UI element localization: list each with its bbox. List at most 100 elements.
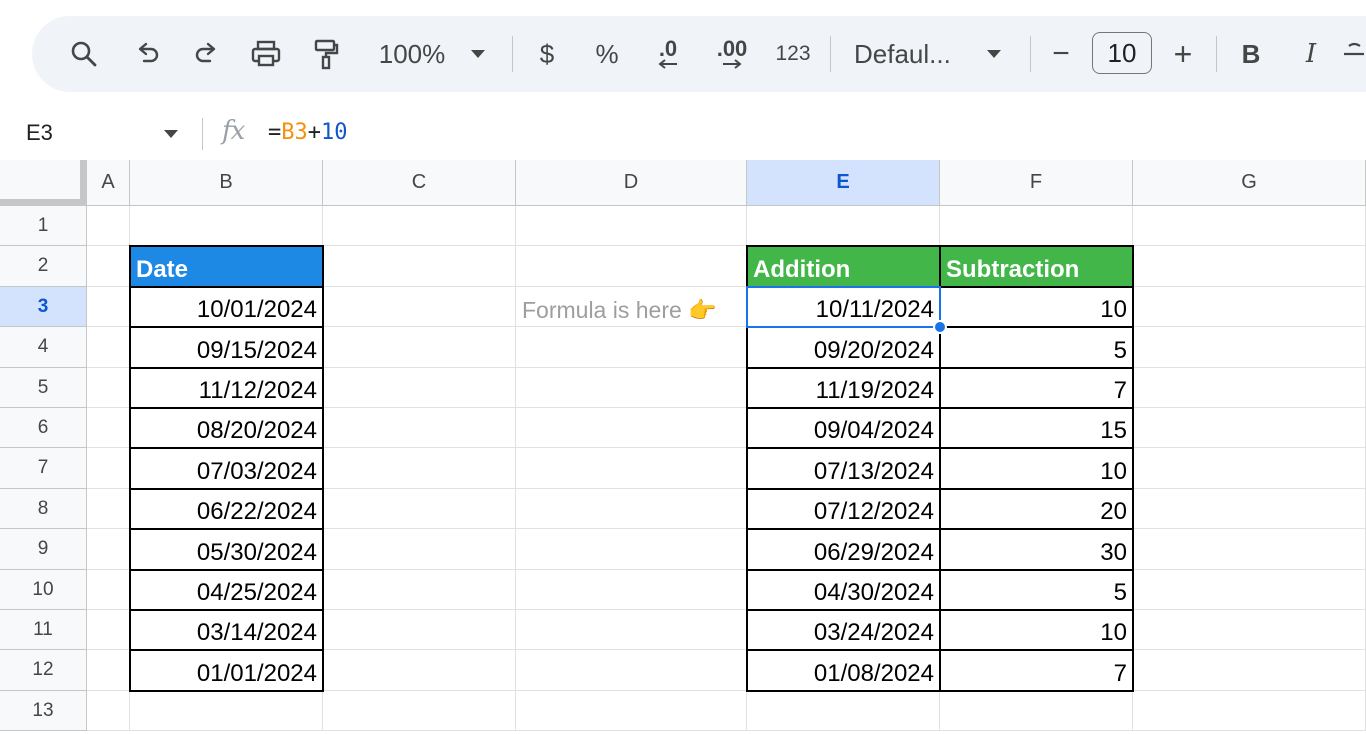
cell-c3[interactable] xyxy=(323,287,516,327)
cell-g9[interactable] xyxy=(1133,529,1366,570)
column-header-e[interactable]: E xyxy=(747,160,940,206)
column-header-f[interactable]: F xyxy=(940,160,1133,206)
cell-d7[interactable] xyxy=(516,448,747,489)
cell-g13[interactable] xyxy=(1133,691,1366,731)
cell-c1[interactable] xyxy=(323,206,516,246)
cell-a12[interactable] xyxy=(87,650,130,691)
row-header-11[interactable]: 11 xyxy=(0,610,87,650)
cell-d10[interactable] xyxy=(516,570,747,610)
column-header-c[interactable]: C xyxy=(323,160,516,206)
cell-f1[interactable] xyxy=(940,206,1133,246)
font-size-input[interactable]: 10 xyxy=(1092,32,1152,74)
cell-a5[interactable] xyxy=(87,368,130,408)
cell-c8[interactable] xyxy=(323,489,516,529)
cell-a10[interactable] xyxy=(87,570,130,610)
cell-c12[interactable] xyxy=(323,650,516,691)
row-header-3[interactable]: 3 xyxy=(0,287,87,327)
search-icon[interactable] xyxy=(62,16,106,92)
font-size-increase-button[interactable]: + xyxy=(1168,16,1198,92)
cell-g4[interactable] xyxy=(1133,327,1366,368)
cell-a7[interactable] xyxy=(87,448,130,489)
cell-a4[interactable] xyxy=(87,327,130,368)
cell-d2[interactable] xyxy=(516,246,747,287)
row-header-8[interactable]: 8 xyxy=(0,489,87,529)
row-header-12[interactable]: 12 xyxy=(0,650,87,691)
cell-c7[interactable] xyxy=(323,448,516,489)
column-header-g[interactable]: G xyxy=(1133,160,1366,206)
cell-a3[interactable] xyxy=(87,287,130,327)
more-formats-button[interactable]: 123 xyxy=(770,16,816,92)
zoom-select[interactable]: 100% xyxy=(372,16,452,92)
cell-b13[interactable] xyxy=(130,691,323,731)
font-dropdown-icon[interactable] xyxy=(982,16,1006,92)
cell-a13[interactable] xyxy=(87,691,130,731)
zoom-dropdown-icon[interactable] xyxy=(466,16,490,92)
cell-c5[interactable] xyxy=(323,368,516,408)
cell-d12[interactable] xyxy=(516,650,747,691)
paint-format-icon[interactable] xyxy=(304,16,348,92)
cell-a2[interactable] xyxy=(87,246,130,287)
decrease-decimal-button[interactable]: .0 xyxy=(646,16,690,92)
cell-d9[interactable] xyxy=(516,529,747,570)
font-select[interactable]: Defaul... xyxy=(854,16,966,92)
row-header-6[interactable]: 6 xyxy=(0,408,87,448)
bold-button[interactable]: B xyxy=(1234,16,1268,92)
undo-icon[interactable] xyxy=(126,16,170,92)
cell-g1[interactable] xyxy=(1133,206,1366,246)
cell-f13[interactable] xyxy=(940,691,1133,731)
row-header-13[interactable]: 13 xyxy=(0,691,87,731)
cell-a8[interactable] xyxy=(87,489,130,529)
cell-g7[interactable] xyxy=(1133,448,1366,489)
cell-g2[interactable] xyxy=(1133,246,1366,287)
cell-d8[interactable] xyxy=(516,489,747,529)
column-header-d[interactable]: D xyxy=(516,160,747,206)
cell-c2[interactable] xyxy=(323,246,516,287)
italic-button[interactable]: I xyxy=(1294,16,1328,92)
row-header-1[interactable]: 1 xyxy=(0,206,87,246)
cell-d11[interactable] xyxy=(516,610,747,650)
row-header-4[interactable]: 4 xyxy=(0,327,87,368)
cell-g3[interactable] xyxy=(1133,287,1366,327)
cell-a9[interactable] xyxy=(87,529,130,570)
cell-d6[interactable] xyxy=(516,408,747,448)
cell-a1[interactable] xyxy=(87,206,130,246)
currency-format-button[interactable]: $ xyxy=(532,16,562,92)
cell-e13[interactable] xyxy=(747,691,940,731)
cell-e1[interactable] xyxy=(747,206,940,246)
column-header-a[interactable]: A xyxy=(87,160,130,206)
fill-handle[interactable] xyxy=(933,320,947,334)
cell-c9[interactable] xyxy=(323,529,516,570)
cell-d1[interactable] xyxy=(516,206,747,246)
cell-c13[interactable] xyxy=(323,691,516,731)
font-size-decrease-button[interactable]: − xyxy=(1046,16,1076,92)
cell-g11[interactable] xyxy=(1133,610,1366,650)
row-header-5[interactable]: 5 xyxy=(0,368,87,408)
cell-c6[interactable] xyxy=(323,408,516,448)
cell-g5[interactable] xyxy=(1133,368,1366,408)
row-header-7[interactable]: 7 xyxy=(0,448,87,489)
name-box[interactable]: E3 xyxy=(26,120,53,146)
cell-g6[interactable] xyxy=(1133,408,1366,448)
cell-d5[interactable] xyxy=(516,368,747,408)
redo-icon[interactable] xyxy=(184,16,228,92)
row-header-2[interactable]: 2 xyxy=(0,246,87,287)
cell-d13[interactable] xyxy=(516,691,747,731)
cell-d4[interactable] xyxy=(516,327,747,368)
name-box-dropdown-icon[interactable] xyxy=(164,130,178,138)
percent-format-button[interactable]: % xyxy=(590,16,624,92)
cell-g10[interactable] xyxy=(1133,570,1366,610)
row-header-10[interactable]: 10 xyxy=(0,570,87,610)
cell-c4[interactable] xyxy=(323,327,516,368)
cell-g8[interactable] xyxy=(1133,489,1366,529)
cell-g12[interactable] xyxy=(1133,650,1366,691)
row-header-9[interactable]: 9 xyxy=(0,529,87,570)
increase-decimal-button[interactable]: .00 xyxy=(708,16,756,92)
cell-b1[interactable] xyxy=(130,206,323,246)
column-header-b[interactable]: B xyxy=(130,160,323,206)
freeze-row-handle[interactable] xyxy=(0,199,87,206)
strikethrough-icon[interactable] xyxy=(1342,16,1366,92)
cell-c11[interactable] xyxy=(323,610,516,650)
cell-c10[interactable] xyxy=(323,570,516,610)
cell-a11[interactable] xyxy=(87,610,130,650)
cell-a6[interactable] xyxy=(87,408,130,448)
